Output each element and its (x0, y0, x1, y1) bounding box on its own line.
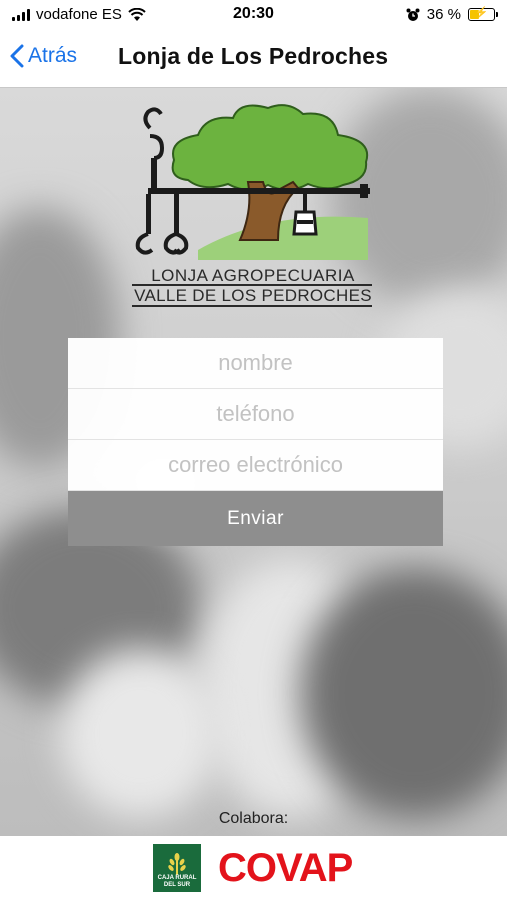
name-field (68, 338, 443, 389)
sponsors-footer: CAJA RURAL DEL SUR COVAP (0, 836, 507, 900)
battery-percent: 36 % (426, 6, 461, 23)
back-label: Atrás (28, 44, 78, 67)
lonja-logo: LONJA AGROPECUARIA VALLE DE LOS PEDROCHE… (128, 100, 378, 310)
caja-rural-text: CAJA RURAL DEL SUR (157, 875, 197, 888)
logo-line2: VALLE DE LOS PEDROCHES (134, 286, 372, 305)
wheat-icon (168, 853, 186, 875)
name-input[interactable] (68, 338, 443, 388)
logo-rule-bottom (132, 305, 372, 307)
email-field (68, 440, 443, 491)
covap-logo: COVAP (218, 846, 353, 890)
phone-input[interactable] (68, 389, 443, 439)
alarm-icon (406, 8, 420, 21)
battery-charging-icon: ⚡ (468, 7, 498, 21)
logo-line1: LONJA AGROPECUARIA (151, 266, 355, 285)
collab-label: Colabora: (218, 810, 289, 827)
page-title: Lonja de Los Pedroches (118, 43, 389, 69)
caja-rural-logo: CAJA RURAL DEL SUR (153, 844, 201, 892)
status-right: 36 % ⚡ (406, 6, 498, 23)
chevron-left-icon (10, 44, 24, 68)
submit-button[interactable]: Enviar (68, 491, 443, 546)
scale-tree-logo-icon (135, 104, 370, 260)
contact-form: Enviar (68, 338, 443, 546)
navigation-bar: Atrás Lonja de Los Pedroches (0, 30, 507, 88)
email-input[interactable] (68, 440, 443, 490)
back-button[interactable]: Atrás (10, 44, 77, 68)
phone-field (68, 389, 443, 440)
status-bar: vodafone ES 20:30 36 % ⚡ (0, 0, 507, 30)
